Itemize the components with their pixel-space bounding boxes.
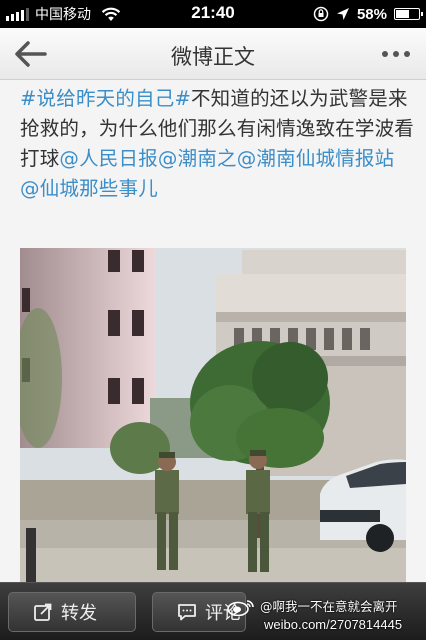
post-text: #说给昨天的自己#不知道的还以为武警是来抢救的，为什么他们那么有闲情逸致在学波看… (20, 84, 416, 204)
comment-icon (178, 604, 196, 621)
weibo-watermark: @啊我一不在意就会离开 weibo.com/2707814445 (226, 598, 422, 634)
repost-button[interactable]: 转发 (8, 592, 136, 632)
weibo-logo-icon (227, 600, 254, 616)
mention-link[interactable]: @人民日报 (59, 147, 158, 170)
watermark-user: @啊我一不在意就会离开 (226, 598, 422, 616)
mention-link[interactable]: @仙城那些事儿 (20, 177, 158, 200)
post-image[interactable] (20, 248, 406, 582)
battery-percent: 58% (356, 5, 387, 23)
mention-link[interactable]: @潮南仙城情报站 (237, 147, 395, 170)
more-dots-icon (382, 51, 388, 57)
watermark-url: weibo.com/2707814445 (264, 617, 403, 632)
status-right: 58% (313, 4, 423, 24)
more-button[interactable] (378, 38, 414, 70)
mention-link[interactable]: @潮南之 (158, 147, 237, 170)
page-title: 微博正文 (171, 45, 255, 69)
photo-scene (20, 248, 406, 582)
repost-label: 转发 (61, 603, 97, 624)
status-bar: 中国移动 21:40 58% (0, 0, 426, 28)
rotation-lock-icon (313, 6, 329, 22)
topic-link[interactable]: #说给昨天的自己# (20, 87, 191, 110)
nav-bar: 微博正文 (0, 28, 426, 80)
location-arrow-icon (336, 8, 349, 20)
battery-icon (394, 8, 423, 20)
repost-icon (34, 603, 52, 621)
